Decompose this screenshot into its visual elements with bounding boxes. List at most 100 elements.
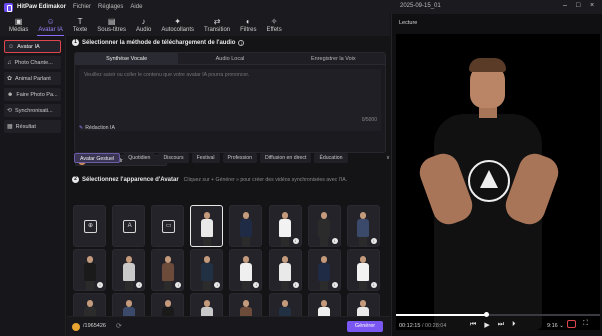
video-player[interactable] xyxy=(396,34,600,330)
avatar-thumbnail xyxy=(161,256,174,290)
avatar-tile[interactable]: ↓ xyxy=(190,293,224,316)
tab-local-audio[interactable]: Audio Local xyxy=(178,53,281,64)
download-icon[interactable]: ↓ xyxy=(370,238,377,244)
download-icon[interactable]: ↓ xyxy=(370,282,377,288)
tab-label: Filtres xyxy=(240,27,257,33)
avatar-tile[interactable]: ↓ xyxy=(229,293,263,316)
download-icon[interactable]: ↓ xyxy=(175,282,182,288)
minimize-icon[interactable]: – xyxy=(563,2,567,9)
menu-settings[interactable]: Réglages xyxy=(98,4,123,10)
avatar-tool-tile[interactable]: ⊕ xyxy=(73,205,106,247)
document-title: 2025-09-15_01 xyxy=(400,3,441,9)
download-icon[interactable]: ↓ xyxy=(253,282,260,288)
section-audio-header: 1 Sélectionner la méthode de téléchargem… xyxy=(72,39,245,46)
avatar-tile[interactable]: ↓ xyxy=(229,249,263,291)
avatar-tile[interactable]: ↓ xyxy=(73,293,106,316)
next-icon[interactable]: ⏭ xyxy=(498,321,504,329)
sidebar-item-avatar-ia[interactable]: ☺ Avatar IA xyxy=(4,40,61,53)
download-icon[interactable]: ↓ xyxy=(292,282,299,288)
script-textarea[interactable]: Veuillez saisir ou coller le contenu que… xyxy=(79,69,381,131)
close-icon[interactable]: × xyxy=(590,2,594,9)
sidebar-item-singing-photo[interactable]: ♫ Photo Chante... xyxy=(4,56,61,69)
play-icon[interactable]: ▶ xyxy=(484,321,489,329)
avatar-tile[interactable]: ↓ xyxy=(151,249,185,291)
avatar-tile[interactable]: ↓ xyxy=(268,249,302,291)
chevron-down-icon[interactable]: ∨ xyxy=(386,155,390,161)
tab-media[interactable]: ▣ Médias xyxy=(4,14,33,36)
forward-icon[interactable]: ⏵ xyxy=(512,321,516,329)
tab-text-to-speech[interactable]: Synthèse Vocale xyxy=(75,53,179,64)
avatar-tile[interactable]: ↓ xyxy=(346,293,380,316)
avatar-tile[interactable]: ↓ xyxy=(151,293,185,316)
avatar-tile[interactable] xyxy=(190,205,224,247)
download-icon[interactable]: ↓ xyxy=(214,282,221,288)
download-icon[interactable]: ↓ xyxy=(136,282,143,288)
tab-effects[interactable]: ✧ Effets xyxy=(261,14,286,36)
avatar-thumbnail xyxy=(239,256,252,290)
category-live[interactable]: Diffusion en direct xyxy=(260,152,312,163)
category-gestural[interactable]: Avatar Gestuel xyxy=(74,152,121,163)
avatar-tile[interactable]: ↓ xyxy=(307,249,341,291)
menu-file[interactable]: Fichier xyxy=(73,4,91,10)
ai-avatar-tool-icon: A xyxy=(123,220,137,233)
category-profession[interactable]: Profession xyxy=(222,152,258,163)
category-festival[interactable]: Festival xyxy=(191,152,220,163)
download-icon[interactable]: ↓ xyxy=(331,282,338,288)
avatar-tile[interactable] xyxy=(229,205,263,247)
aspect-ratio-value: 9:16 xyxy=(547,323,558,329)
avatar-thumbnail xyxy=(357,300,370,316)
tab-text[interactable]: T Texte xyxy=(68,14,92,36)
category-daily[interactable]: Quotidien xyxy=(123,152,156,163)
avatar-tile[interactable]: ↓ xyxy=(346,249,380,291)
avatar-tile[interactable]: ↓ xyxy=(307,293,341,316)
progress-handle[interactable] xyxy=(483,312,489,317)
avatar-tile[interactable]: ↓ xyxy=(112,293,146,316)
singing-icon: ♫ xyxy=(7,59,12,66)
download-icon[interactable]: ↓ xyxy=(292,238,299,244)
info-icon[interactable]: i xyxy=(238,39,245,46)
sidebar-item-result[interactable]: ▦ Résultat xyxy=(4,120,61,133)
avatar-tile[interactable]: ↓ xyxy=(268,293,302,316)
download-icon[interactable]: ↓ xyxy=(97,282,103,288)
tab-record-voice[interactable]: Enregistrer la Voix xyxy=(282,53,385,64)
tab-label: Médias xyxy=(9,27,29,33)
tab-avatar-ia[interactable]: ☺ Avatar IA xyxy=(33,14,68,36)
category-speech[interactable]: Discours xyxy=(158,152,189,163)
refresh-icon[interactable]: ⟳ xyxy=(116,322,122,330)
avatar-tool-tile[interactable]: ▭ xyxy=(151,205,185,247)
screenshot-icon[interactable] xyxy=(567,320,576,328)
avatar-tile[interactable]: ↓ xyxy=(112,249,146,291)
avatar-tool-tile[interactable]: A xyxy=(112,205,146,247)
ai-writing-button[interactable]: ✎ Rédaction IA xyxy=(79,124,115,132)
progress-track[interactable] xyxy=(396,312,600,317)
menu-help[interactable]: Aide xyxy=(130,4,142,10)
avatar-tile[interactable]: ↓ xyxy=(190,249,224,291)
avatar-tile[interactable]: ↓ xyxy=(307,205,341,247)
avatar-tile[interactable]: ↓ xyxy=(73,249,106,291)
avatar-thumbnail xyxy=(200,256,213,290)
sidebar-item-lip-sync[interactable]: ⟲ Synchronisati... xyxy=(4,104,61,117)
avatar-thumbnail xyxy=(318,300,331,316)
avatar-tile[interactable]: ↓ xyxy=(268,205,302,247)
sidebar-item-talking-photo[interactable]: ☻ Faire Photo Pa... xyxy=(4,88,61,101)
tab-transition[interactable]: ⇄ Transition xyxy=(199,14,235,36)
previous-icon[interactable]: ⏮ xyxy=(470,321,476,329)
avatar-ai-icon: ☺ xyxy=(46,17,55,26)
app-name: HitPaw Edimakor xyxy=(17,4,67,10)
generate-button[interactable]: Générer xyxy=(347,321,383,332)
animal-icon: ✿ xyxy=(7,76,13,82)
sidebar-item-talking-animal[interactable]: ✿ Animal Parlant xyxy=(4,72,61,85)
tab-filters[interactable]: ◐ Filtres xyxy=(235,14,261,36)
fullscreen-icon[interactable]: ⛶ xyxy=(583,320,588,328)
tab-stickers[interactable]: ✦ Autocollants xyxy=(156,14,199,36)
download-icon[interactable]: ↓ xyxy=(331,238,338,244)
sidebar-item-label: Photo Chante... xyxy=(14,59,53,66)
tab-subtitles[interactable]: ▤ Sous-titres xyxy=(92,14,131,36)
avatar-tile[interactable]: ↓ xyxy=(346,205,380,247)
category-education[interactable]: Éducation xyxy=(314,152,348,163)
aspect-ratio-select[interactable]: 9:16 ⌄ xyxy=(547,323,564,329)
tab-audio[interactable]: ♪ Audio xyxy=(131,14,156,36)
app-logo-icon xyxy=(4,2,13,12)
maximize-icon[interactable]: □ xyxy=(576,2,580,9)
sidebar-item-label: Avatar IA xyxy=(17,43,40,50)
